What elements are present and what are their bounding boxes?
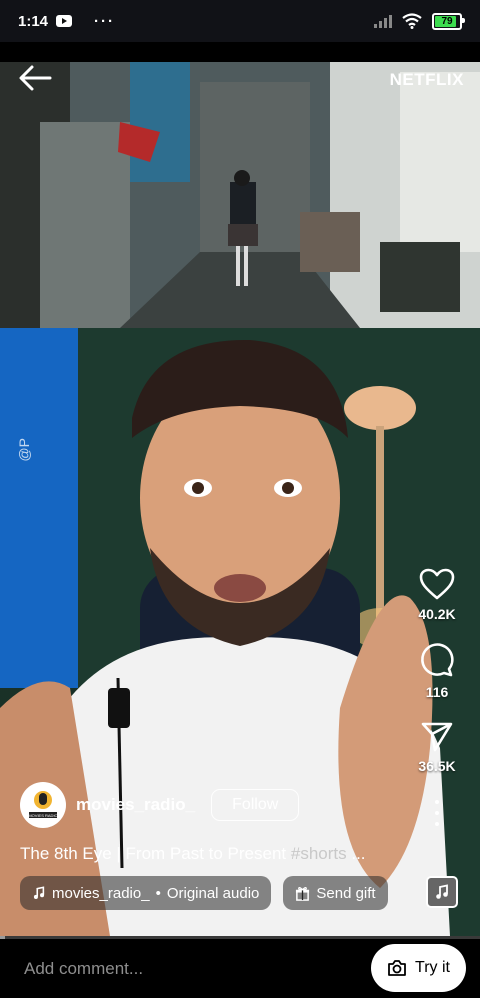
status-time: 1:14 (18, 12, 49, 30)
share-button[interactable]: 36.5K (418, 720, 456, 774)
share-count: 36.5K (418, 758, 456, 774)
try-it-label: Try it (415, 959, 450, 976)
alley-scene-graphic (0, 62, 480, 328)
signal-icon (374, 14, 392, 28)
comment-bar: Add comment... Try it (0, 939, 480, 998)
camera-icon (388, 960, 406, 976)
like-count: 40.2K (418, 606, 456, 622)
battery-percent: 79 (441, 15, 453, 27)
status-left: 1:14 ··· (18, 13, 115, 30)
author-username[interactable]: movies_radio_ (76, 795, 195, 815)
status-right: 79 (374, 12, 465, 30)
music-note-icon (436, 884, 448, 899)
music-note-icon (33, 886, 45, 899)
status-bar: 1:14 ··· 79 (0, 0, 480, 42)
battery-icon: 79 (432, 12, 465, 30)
like-button[interactable]: 40.2K (418, 568, 456, 622)
svg-text:MOVIES RADIO: MOVIES RADIO (28, 813, 57, 818)
comment-count: 116 (425, 684, 449, 700)
send-icon (421, 722, 453, 752)
caption-hashtag[interactable]: #shorts (291, 844, 347, 863)
video-caption[interactable]: The 8th Eye | From Past to Present #shor… (20, 844, 366, 864)
audio-thumbnail[interactable] (426, 876, 458, 908)
audio-title: Original audio (166, 884, 260, 902)
more-notifications-icon: ··· (94, 12, 116, 30)
movies-radio-logo: MOVIES RADIO (21, 783, 65, 827)
audio-chip[interactable]: movies_radio_ • Original audio (20, 876, 272, 910)
caption-text: The 8th Eye | From Past to Present (20, 844, 287, 863)
comment-bubble-icon (421, 643, 454, 677)
try-it-button[interactable]: Try it (371, 944, 466, 992)
caption-ellipsis: ... (351, 844, 366, 863)
back-arrow-icon[interactable] (18, 64, 52, 92)
send-gift-chip[interactable]: Send gift (283, 876, 388, 910)
netflix-logo: NETFLIX (389, 70, 464, 89)
youtube-notification-icon (56, 15, 73, 27)
wifi-icon (402, 13, 422, 29)
audio-separator: • (155, 884, 161, 902)
heart-icon (419, 568, 455, 600)
follow-button[interactable]: Follow (211, 789, 300, 821)
avatar[interactable]: MOVIES RADIO (20, 782, 66, 828)
author-row: MOVIES RADIO movies_radio_ Follow (20, 782, 300, 828)
more-options-icon[interactable] (427, 800, 447, 826)
chip-row: movies_radio_ • Original audio Send gift (20, 876, 388, 910)
action-column: 40.2K 116 36.5K (408, 568, 466, 826)
audio-artist: movies_radio_ (52, 884, 150, 902)
channel-watermark: @P (16, 438, 32, 462)
comment-button[interactable]: 116 (419, 642, 455, 700)
gift-icon (296, 886, 310, 901)
send-gift-label: Send gift (316, 884, 376, 902)
comment-input[interactable]: Add comment... (24, 959, 143, 979)
video-clip-top (0, 62, 480, 328)
